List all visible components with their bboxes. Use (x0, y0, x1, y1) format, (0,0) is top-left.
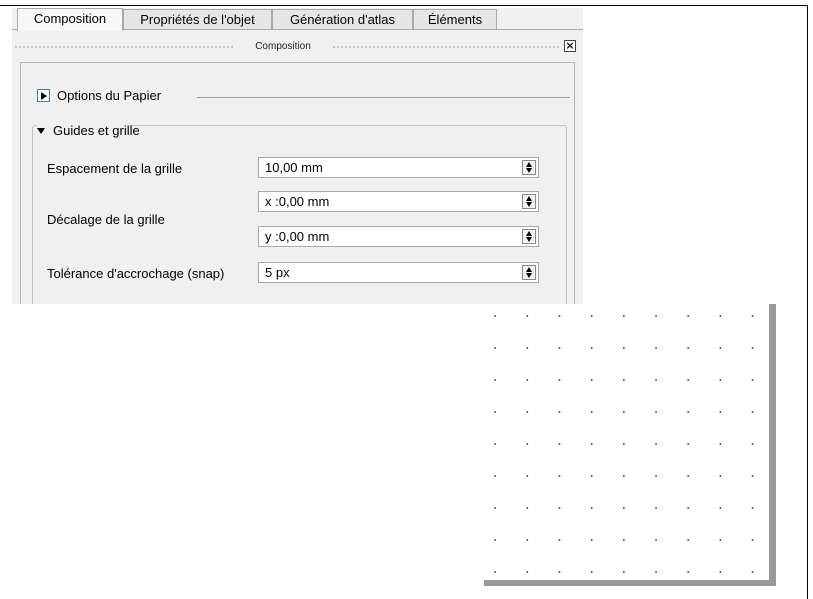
grid-offset-x-spinbox[interactable]: x :0,00 mm (258, 191, 539, 212)
guides-grid-label: Guides et grille (53, 123, 140, 138)
grid-offset-label: Décalage de la grille (47, 212, 165, 227)
tab-bar: Composition Propriétés de l'objet Généra… (12, 8, 583, 31)
grid-offset-y-value: y :0,00 mm (265, 229, 330, 244)
window-frame-right (807, 5, 808, 599)
window-frame-top (0, 5, 807, 6)
grid-spacing-label: Espacement de la grille (47, 161, 183, 176)
snap-tolerance-spinbox[interactable]: 5 px (258, 262, 539, 283)
guides-grid-header[interactable]: Guides et grille (37, 123, 140, 138)
grid-spacing-spinbox[interactable]: 10,00 mm (258, 157, 539, 178)
grip-dots-right (332, 45, 560, 49)
tab-item-properties[interactable]: Propriétés de l'objet (123, 9, 272, 29)
spin-arrows-icon[interactable] (522, 194, 536, 209)
composition-dock-panel: Composition Propriétés de l'objet Généra… (12, 8, 583, 304)
composer-page-grid[interactable] (479, 304, 769, 580)
dock-titlebar[interactable]: Composition × (12, 39, 583, 55)
paper-options-label: Options du Papier (57, 88, 162, 103)
tab-atlas-generation[interactable]: Génération d'atlas (272, 9, 413, 29)
grid-offset-y-spinbox[interactable]: y :0,00 mm (258, 226, 539, 247)
expand-arrow-icon (37, 89, 50, 102)
snap-tolerance-label: Tolérance d'accrochage (snap) (47, 266, 225, 281)
spin-arrows-icon[interactable] (522, 160, 536, 175)
snap-tolerance-value: 5 px (265, 265, 290, 280)
tab-items[interactable]: Éléments (413, 9, 497, 29)
spin-arrows-icon[interactable] (522, 229, 536, 244)
section-divider (197, 97, 570, 98)
close-icon[interactable]: × (564, 40, 576, 52)
tab-composition[interactable]: Composition (17, 8, 123, 31)
grip-dots-left (14, 45, 234, 49)
collapse-arrow-icon (37, 128, 45, 134)
grid-spacing-value: 10,00 mm (265, 160, 323, 175)
composition-settings: Options du Papier Guides et grille Espac… (20, 62, 575, 304)
dock-title: Composition (255, 41, 311, 52)
spin-arrows-icon[interactable] (522, 265, 536, 280)
grid-offset-x-value: x :0,00 mm (265, 194, 330, 209)
